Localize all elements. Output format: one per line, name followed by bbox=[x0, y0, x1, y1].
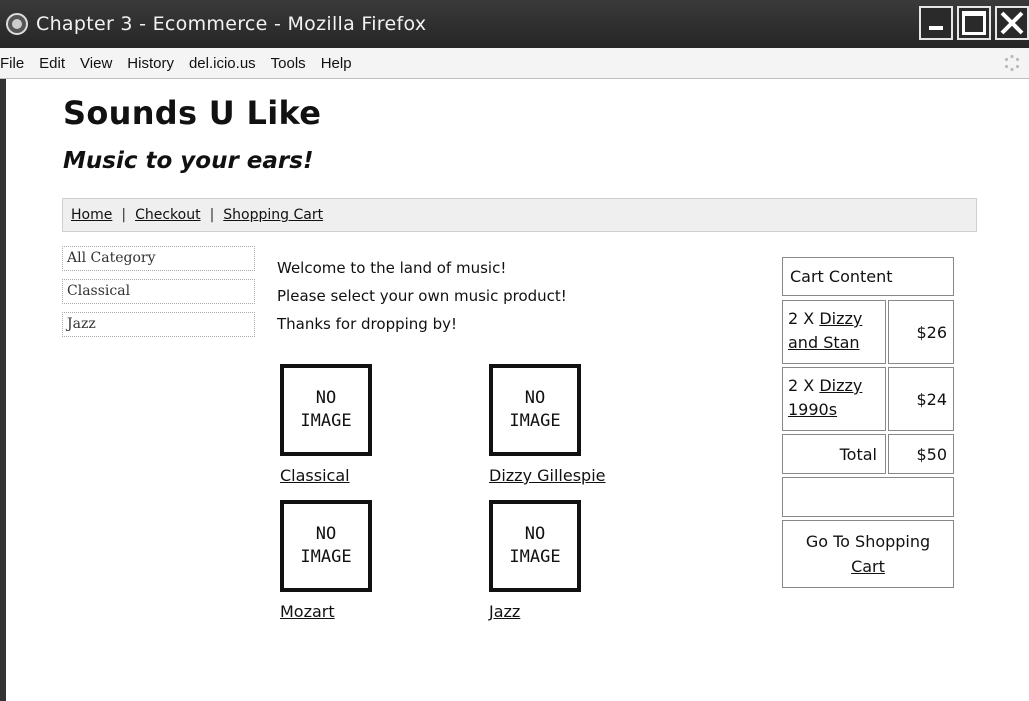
window-controls bbox=[919, 6, 1029, 40]
close-icon bbox=[1000, 11, 1024, 35]
placeholder-text: NO bbox=[315, 388, 337, 408]
go-to-cart-prefix: Go To Shopping bbox=[805, 532, 931, 551]
cart-total-row: Total $50 bbox=[782, 434, 954, 474]
welcome-line: Please select your own music product! bbox=[277, 287, 567, 305]
product-card: NO IMAGE Classical bbox=[280, 364, 440, 485]
product-placeholder-image[interactable]: NO IMAGE bbox=[280, 500, 372, 592]
throbber-icon bbox=[1004, 54, 1020, 72]
cart-row: 2 X Dizzy and Stan $26 bbox=[782, 300, 954, 364]
placeholder-text: IMAGE bbox=[509, 411, 561, 431]
nav-separator: | bbox=[121, 207, 127, 223]
welcome-line: Welcome to the land of music! bbox=[277, 259, 507, 277]
cart-item: 2 X Dizzy and Stan bbox=[782, 300, 886, 364]
product-link-dizzy-gillespie[interactable]: Dizzy Gillespie bbox=[489, 466, 649, 485]
nav-checkout-link[interactable]: Checkout bbox=[135, 207, 201, 223]
placeholder-text: NO bbox=[524, 524, 546, 544]
cart-item-price: $26 bbox=[888, 300, 954, 364]
category-all[interactable]: All Category bbox=[62, 246, 255, 271]
category-jazz[interactable]: Jazz bbox=[62, 312, 255, 337]
cart-item-qty: 2 X bbox=[788, 309, 815, 328]
placeholder-text: NO bbox=[524, 388, 546, 408]
product-card: NO IMAGE Dizzy Gillespie bbox=[489, 364, 649, 485]
cart-item: 2 X Dizzy 1990s bbox=[782, 367, 886, 431]
menu-view[interactable]: View bbox=[80, 55, 112, 72]
placeholder-text: IMAGE bbox=[300, 411, 352, 431]
firefox-icon bbox=[6, 13, 28, 35]
product-link-mozart[interactable]: Mozart bbox=[280, 602, 440, 621]
go-to-cart-link[interactable]: Cart bbox=[851, 557, 885, 576]
cart-item-qty: 2 X bbox=[788, 376, 815, 395]
window-left-border bbox=[0, 79, 6, 701]
product-card: NO IMAGE Jazz bbox=[489, 500, 649, 621]
top-navigation: Home | Checkout | Shopping Cart bbox=[62, 198, 977, 232]
menu-bar: File Edit View History del.icio.us Tools… bbox=[0, 48, 1029, 79]
placeholder-text: IMAGE bbox=[509, 547, 561, 567]
site-title: Sounds U Like bbox=[63, 94, 322, 132]
product-placeholder-image[interactable]: NO IMAGE bbox=[280, 364, 372, 456]
cart-header: Cart Content bbox=[782, 257, 954, 296]
product-grid: NO IMAGE Classical NO IMAGE Dizzy Gilles… bbox=[280, 364, 680, 634]
menu-edit[interactable]: Edit bbox=[39, 55, 65, 72]
product-link-jazz[interactable]: Jazz bbox=[489, 602, 649, 621]
category-classical[interactable]: Classical bbox=[62, 279, 255, 304]
cart-row: 2 X Dizzy 1990s $24 bbox=[782, 367, 954, 431]
placeholder-text: IMAGE bbox=[300, 547, 352, 567]
cart-total-price: $50 bbox=[888, 434, 954, 474]
cart-panel: Cart Content 2 X Dizzy and Stan $26 2 X … bbox=[782, 257, 954, 588]
product-placeholder-image[interactable]: NO IMAGE bbox=[489, 364, 581, 456]
nav-shopping-cart-link[interactable]: Shopping Cart bbox=[223, 207, 323, 223]
cart-item-price: $24 bbox=[888, 367, 954, 431]
window-title: Chapter 3 - Ecommerce - Mozilla Firefox bbox=[36, 13, 427, 35]
minimize-button[interactable] bbox=[919, 6, 953, 40]
product-link-classical[interactable]: Classical bbox=[280, 466, 440, 485]
go-to-cart-box: Go To Shopping Cart bbox=[782, 520, 954, 588]
window-titlebar: Chapter 3 - Ecommerce - Mozilla Firefox bbox=[0, 0, 1029, 48]
product-card: NO IMAGE Mozart bbox=[280, 500, 440, 621]
welcome-line: Thanks for dropping by! bbox=[277, 315, 457, 333]
menu-file[interactable]: File bbox=[0, 55, 24, 72]
welcome-message: Welcome to the land of music! Please sel… bbox=[277, 254, 567, 338]
category-list: All Category Classical Jazz bbox=[62, 246, 255, 345]
menu-delicious[interactable]: del.icio.us bbox=[189, 55, 256, 72]
menu-tools[interactable]: Tools bbox=[271, 55, 306, 72]
maximize-button[interactable] bbox=[957, 6, 991, 40]
menu-history[interactable]: History bbox=[127, 55, 174, 72]
placeholder-text: NO bbox=[315, 524, 337, 544]
nav-separator: | bbox=[209, 207, 215, 223]
close-button[interactable] bbox=[995, 6, 1029, 40]
cart-empty-cell bbox=[782, 477, 954, 517]
nav-home-link[interactable]: Home bbox=[71, 207, 112, 223]
product-placeholder-image[interactable]: NO IMAGE bbox=[489, 500, 581, 592]
menu-help[interactable]: Help bbox=[321, 55, 352, 72]
site-tagline: Music to your ears! bbox=[63, 148, 314, 174]
cart-total-label: Total bbox=[782, 434, 886, 474]
